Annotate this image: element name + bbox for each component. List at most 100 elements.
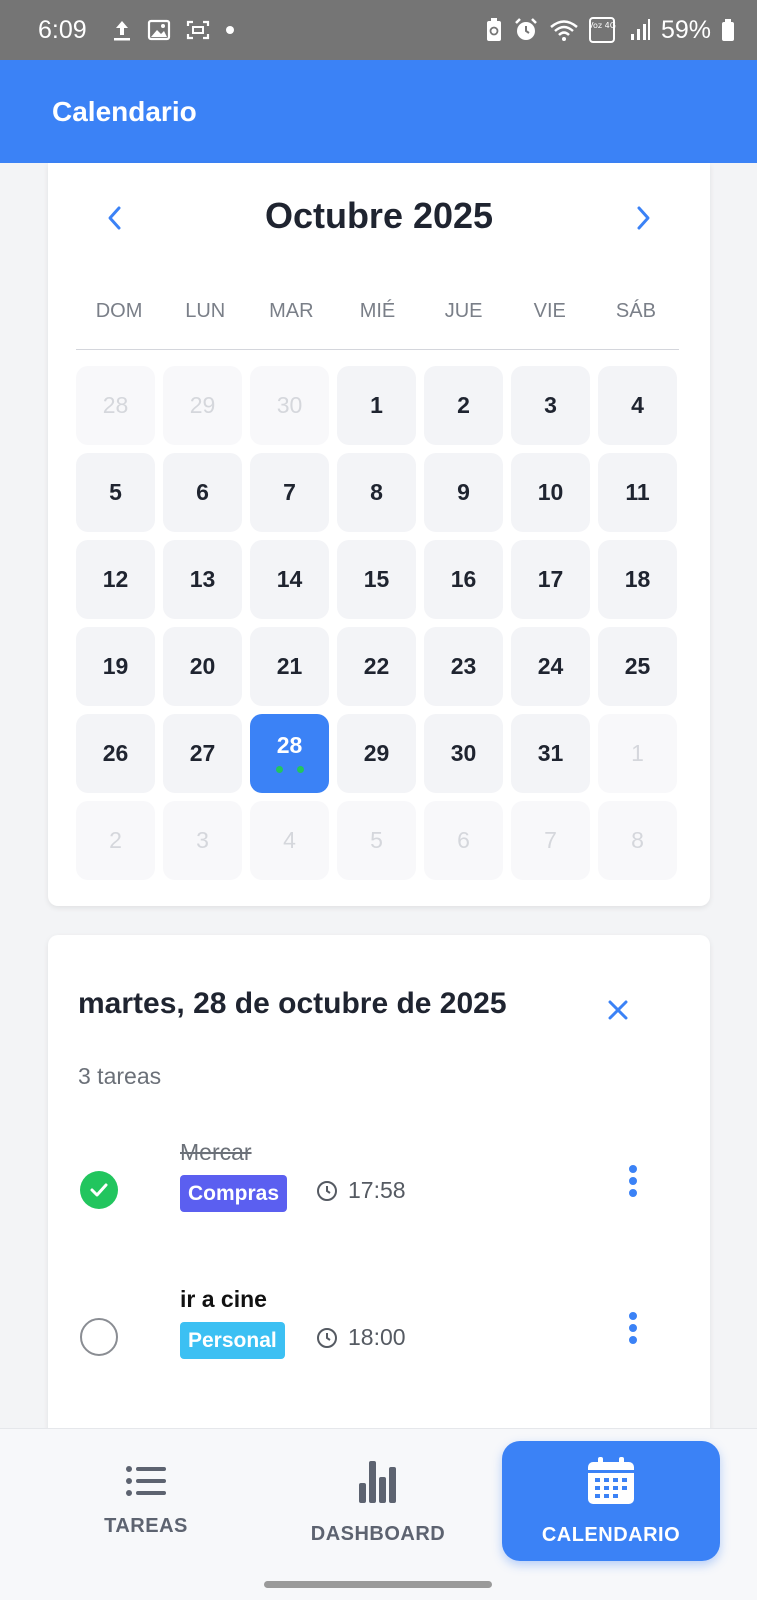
task-row[interactable]: ir a cine Personal 18:00	[48, 1286, 710, 1402]
calendar-day[interactable]: 6	[424, 801, 503, 880]
list-icon	[126, 1465, 166, 1496]
calendar-day[interactable]: 3	[163, 801, 242, 880]
task-count: 3 tareas	[78, 1063, 162, 1089]
signal-icon	[629, 18, 651, 42]
calendar-day[interactable]: 21	[250, 627, 329, 706]
calendar-day[interactable]: 8	[598, 801, 677, 880]
calendar-day[interactable]: 30	[424, 714, 503, 793]
day-number: 3	[544, 392, 557, 418]
day-number: 7	[544, 827, 557, 853]
days-grid: 28 29 30 1 2 3 4 5 6 7 8 9 10 11 12 13 14 15 16 17 18 19 20 21 2…	[76, 366, 679, 880]
calendar-day[interactable]: 4	[250, 801, 329, 880]
nav-calendario[interactable]: CALENDARIO	[502, 1441, 720, 1561]
calendar-day[interactable]: 30	[250, 366, 329, 445]
nav-label: TAREAS	[104, 1514, 188, 1537]
calendar-day[interactable]: 20	[163, 627, 242, 706]
day-number: 2	[457, 392, 470, 418]
calendar-day[interactable]: 24	[511, 627, 590, 706]
calendar-day[interactable]: 9	[424, 453, 503, 532]
calendar-day[interactable]: 12	[76, 540, 155, 619]
day-number: 16	[450, 566, 477, 592]
day-number: 30	[276, 392, 303, 418]
calendar-day[interactable]: 17	[511, 540, 590, 619]
check-icon	[90, 1183, 108, 1197]
calendar-day[interactable]: 5	[76, 453, 155, 532]
task-name: ir a cine	[180, 1286, 267, 1312]
weekday-header: DOM LUN MAR MIÉ JUE VIE SÁB	[76, 290, 679, 350]
svg-text:Voz 4G: Voz 4G	[589, 21, 616, 30]
task-indicator-dots	[250, 766, 329, 773]
calendar-day[interactable]: 5	[337, 801, 416, 880]
calendar-day[interactable]: 28	[76, 366, 155, 445]
calendar-day[interactable]: 1	[598, 714, 677, 793]
calendar-day[interactable]: 6	[163, 453, 242, 532]
day-number: 26	[102, 740, 129, 766]
calendar-day[interactable]: 7	[511, 801, 590, 880]
page-title: Calendario	[52, 95, 197, 127]
calendar-day[interactable]: 1	[337, 366, 416, 445]
task-checkbox[interactable]	[80, 1318, 118, 1356]
calendar-day[interactable]: 7	[250, 453, 329, 532]
volte-icon: Voz 4G	[588, 17, 619, 43]
weekday-label: LUN	[185, 300, 226, 322]
day-number: 6	[196, 479, 209, 505]
calendar-icon	[588, 1456, 634, 1504]
calendar-day[interactable]: 29	[163, 366, 242, 445]
weekday-label: MIÉ	[359, 300, 396, 322]
day-number: 9	[457, 479, 470, 505]
calendar-day[interactable]: 31	[511, 714, 590, 793]
calendar-day[interactable]: 2	[424, 366, 503, 445]
calendar-day[interactable]: 25	[598, 627, 677, 706]
home-indicator	[264, 1581, 492, 1588]
task-time: 17:58	[316, 1177, 406, 1204]
calendar-day[interactable]: 29	[337, 714, 416, 793]
calendar-day[interactable]: 8	[337, 453, 416, 532]
calendar-day[interactable]: 11	[598, 453, 677, 532]
calendar-day[interactable]: 10	[511, 453, 590, 532]
calendar-day[interactable]: 13	[163, 540, 242, 619]
dot-icon	[225, 25, 235, 35]
day-number: 1	[370, 392, 383, 418]
close-day-button[interactable]	[598, 990, 638, 1030]
calendar-day[interactable]: 3	[511, 366, 590, 445]
nav-label: DASHBOARD	[310, 1522, 446, 1545]
day-number: 6	[457, 827, 470, 853]
calendar-day[interactable]: 15	[337, 540, 416, 619]
wifi-icon	[549, 18, 579, 42]
status-bar: 6:09 Voz 4G 59%	[0, 0, 757, 60]
next-month-button[interactable]	[618, 193, 668, 243]
screen-record-icon	[185, 18, 211, 42]
task-checkbox[interactable]	[80, 1171, 118, 1209]
task-more-button[interactable]	[623, 1308, 643, 1348]
day-number: 27	[189, 740, 216, 766]
calendar-day[interactable]: 26	[76, 714, 155, 793]
calendar-day[interactable]: 14	[250, 540, 329, 619]
calendar-day[interactable]: 27	[163, 714, 242, 793]
weekday-label: MAR	[269, 300, 314, 322]
status-time: 6:09	[38, 15, 87, 44]
calendar-day[interactable]: 19	[76, 627, 155, 706]
nav-dashboard[interactable]: DASHBOARD	[272, 1441, 484, 1561]
day-number: 2	[109, 827, 122, 853]
day-number: 13	[189, 566, 216, 592]
task-row[interactable]: Mercar Compras 17:58	[48, 1139, 710, 1255]
day-number: 18	[624, 566, 651, 592]
bar-chart-icon	[359, 1460, 396, 1503]
calendar-day[interactable]: 4	[598, 366, 677, 445]
day-number: 23	[450, 653, 477, 679]
calendar-day[interactable]: 22	[337, 627, 416, 706]
weekday-label: VIE	[533, 300, 566, 322]
nav-tareas[interactable]: TAREAS	[40, 1441, 252, 1561]
calendar-day[interactable]: 16	[424, 540, 503, 619]
day-number: 15	[363, 566, 390, 592]
battery-saver-icon	[485, 17, 503, 43]
calendar-day-selected[interactable]: 28	[250, 714, 329, 793]
day-number: 1	[631, 740, 644, 766]
selected-date-title: martes, 28 de octubre de 2025	[78, 987, 507, 1020]
calendar-day[interactable]: 18	[598, 540, 677, 619]
task-more-button[interactable]	[623, 1161, 643, 1201]
bottom-navigation: TAREAS DASHBOARD CALENDARIO	[0, 1428, 757, 1600]
calendar-day[interactable]: 2	[76, 801, 155, 880]
day-number: 29	[189, 392, 216, 418]
calendar-day[interactable]: 23	[424, 627, 503, 706]
